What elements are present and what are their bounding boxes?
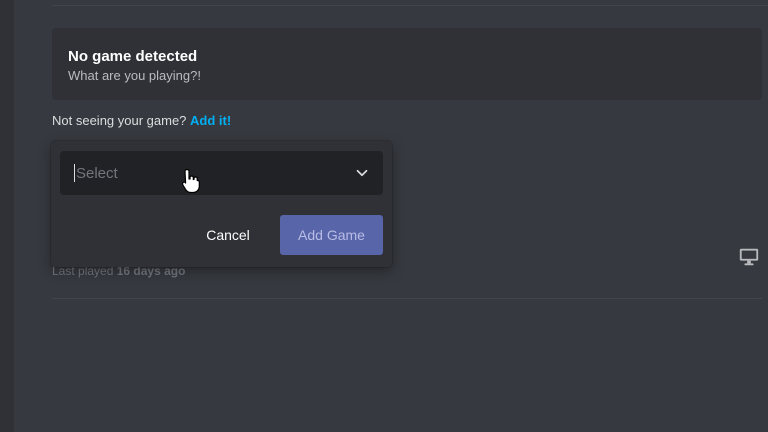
hand-pointer-icon xyxy=(181,168,200,194)
not-seeing-label: Not seeing your game? xyxy=(52,113,187,128)
not-seeing-game-text: Not seeing your game? Add it! xyxy=(52,112,231,130)
left-sidebar xyxy=(0,0,14,432)
add-game-popout: Select Cancel Add Game xyxy=(51,141,392,267)
game-select-dropdown[interactable]: Select xyxy=(60,151,383,195)
no-game-card: No game detected What are you playing?! xyxy=(52,28,762,100)
game-activity-settings: No game detected What are you playing?! … xyxy=(0,0,768,432)
select-placeholder: Select xyxy=(76,164,118,182)
add-game-button[interactable]: Add Game xyxy=(280,215,383,255)
chevron-down-icon[interactable] xyxy=(353,164,371,182)
top-divider xyxy=(52,5,768,6)
cancel-button[interactable]: Cancel xyxy=(197,215,259,255)
monitor-icon[interactable] xyxy=(738,246,760,268)
add-it-link[interactable]: Add it! xyxy=(190,113,231,128)
text-caret xyxy=(74,164,75,182)
no-game-subtitle: What are you playing?! xyxy=(68,68,201,83)
no-game-title: No game detected xyxy=(68,48,198,65)
bottom-divider xyxy=(52,298,762,299)
